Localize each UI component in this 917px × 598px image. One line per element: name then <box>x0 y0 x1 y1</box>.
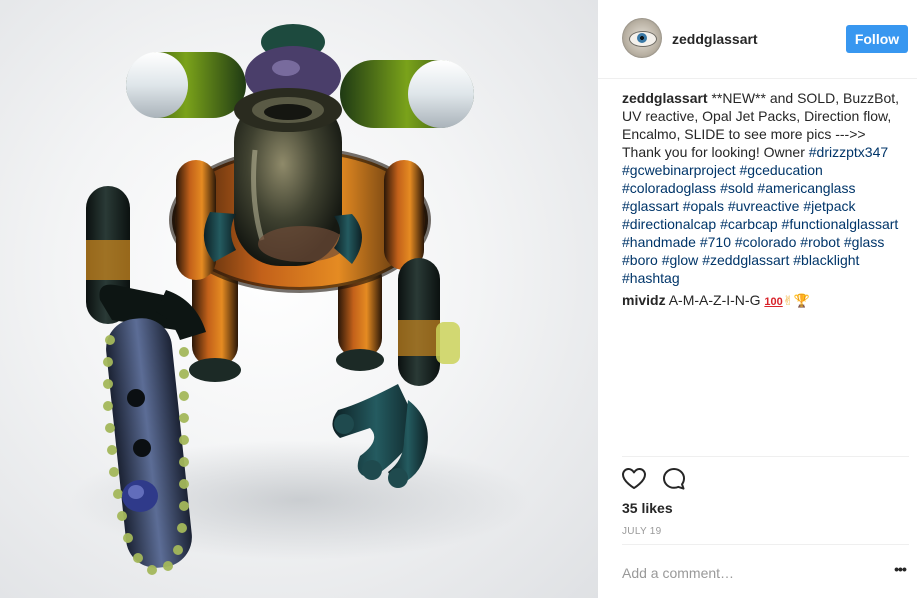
hashtag-link[interactable]: #sold <box>720 180 753 196</box>
like-button[interactable] <box>620 465 648 493</box>
comment-username[interactable]: mividz <box>622 292 666 308</box>
instagram-post: zeddglassart Follow zeddglassart **NEW**… <box>0 0 917 598</box>
hashtag-link[interactable]: #gcwebinarproject <box>622 162 736 178</box>
hashtag-link[interactable]: #hashtag <box>622 270 680 286</box>
hashtag-link[interactable]: #coloradoglass <box>622 180 716 196</box>
comments-section: zeddglassart **NEW** and SOLD, BuzzBot, … <box>622 89 912 315</box>
post-details-panel: zeddglassart Follow zeddglassart **NEW**… <box>598 0 917 598</box>
hashtag-link[interactable]: #jetpack <box>803 198 855 214</box>
hashtag-link[interactable]: #carbcap <box>720 216 778 232</box>
caption-text-line-4: pics --->> <box>806 126 866 142</box>
victory-hand-emoji-icon: ✌ <box>782 293 794 308</box>
comment-text: A-M-A-Z-I-N-G <box>668 292 761 308</box>
add-comment-bar: ••• <box>622 562 912 584</box>
post-header: zeddglassart Follow <box>598 0 917 79</box>
hashtag-link[interactable]: #boro <box>622 252 658 268</box>
robot-head <box>234 88 346 266</box>
hashtag-link[interactable]: #directionalcap <box>622 216 716 232</box>
more-options-icon[interactable]: ••• <box>890 562 910 580</box>
hashtag-link[interactable]: #uvreactive <box>728 198 800 214</box>
post-photo[interactable] <box>0 0 598 598</box>
hashtag-link[interactable]: #glassart <box>622 198 679 214</box>
comment-item: mividz A-M-A-Z-I-N-G 100✌🏆 <box>622 291 912 311</box>
hashtag-link[interactable]: #opals <box>683 198 724 214</box>
hashtag-link[interactable]: #gceducation <box>740 162 823 178</box>
comment-button[interactable] <box>660 465 688 493</box>
username-link[interactable]: zeddglassart <box>672 31 758 47</box>
hashtag-link[interactable]: #glass <box>844 234 884 250</box>
divider <box>622 544 909 545</box>
hashtag-link[interactable]: #drizzptx347 <box>809 144 888 160</box>
hashtag-link[interactable]: #zeddglassart <box>702 252 789 268</box>
likes-count[interactable]: 35 likes <box>622 500 673 516</box>
post-date[interactable]: JULY 19 <box>622 526 662 537</box>
caption-text-line-1: **NEW** and SOLD, <box>711 90 840 106</box>
caption: zeddglassart **NEW** and SOLD, BuzzBot, … <box>622 89 912 287</box>
hashtag-link[interactable]: #glow <box>662 252 699 268</box>
avatar-iris-shape <box>637 33 647 43</box>
comment-input[interactable] <box>622 562 872 584</box>
hashtag-link[interactable]: #blacklight <box>793 252 859 268</box>
divider <box>622 456 909 457</box>
caption-username[interactable]: zeddglassart <box>622 90 708 106</box>
hashtag-link[interactable]: #colorado <box>735 234 797 250</box>
hashtag-link[interactable]: #americanglass <box>757 180 855 196</box>
hashtag-link[interactable]: #handmade <box>622 234 696 250</box>
follow-button[interactable]: Follow <box>846 25 908 53</box>
heart-icon <box>622 468 646 489</box>
hashtag-link[interactable]: #robot <box>800 234 840 250</box>
comment-bubble-icon <box>663 468 685 490</box>
avatar[interactable] <box>622 18 662 58</box>
hundred-points-emoji-icon: 100 <box>764 296 783 308</box>
caption-text-line-5: Thank you for looking! Owner <box>622 144 809 160</box>
action-bar <box>620 465 700 493</box>
hashtag-link[interactable]: #710 <box>700 234 731 250</box>
trophy-emoji-icon: 🏆 <box>793 293 810 308</box>
glass-robot-image <box>70 24 530 575</box>
hashtag-link[interactable]: #functionalglassart <box>782 216 899 232</box>
